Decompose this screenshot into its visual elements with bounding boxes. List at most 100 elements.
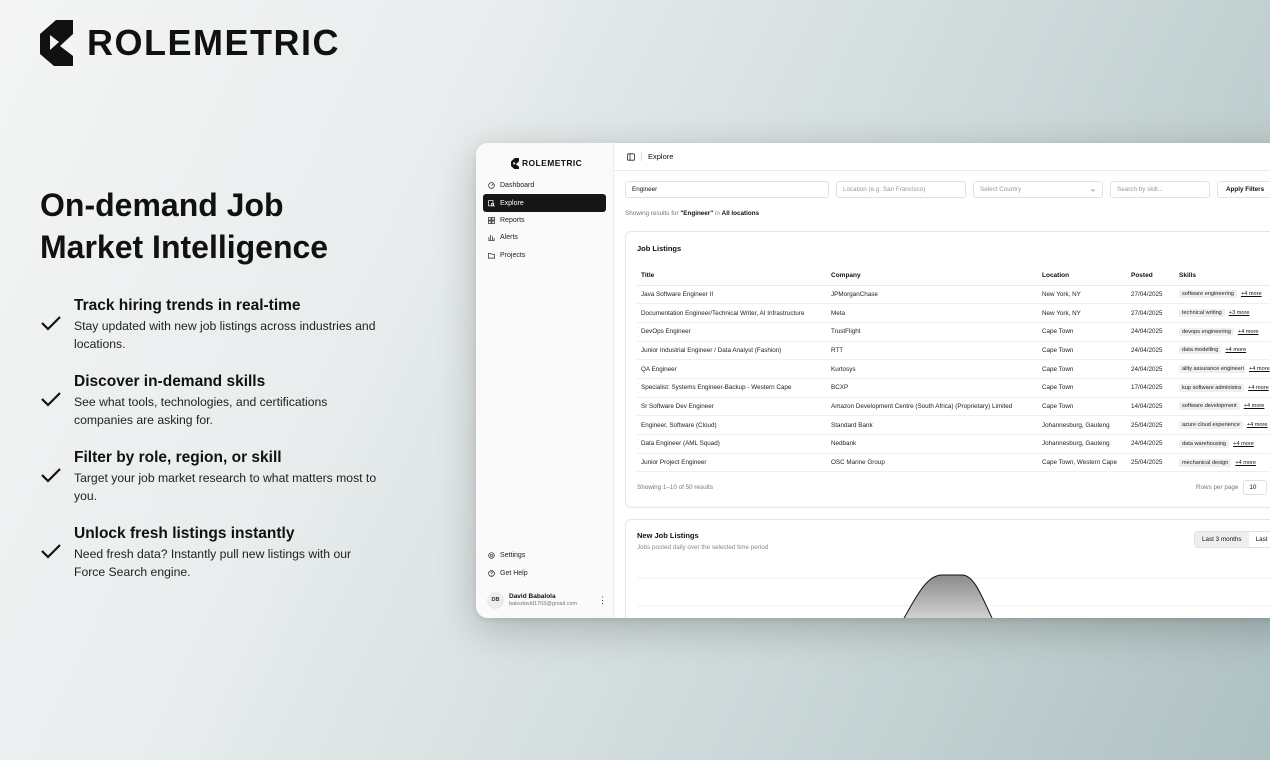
skills-cell: technical writing +3 more (1175, 303, 1270, 323)
table-row[interactable]: DevOps Engineer TrustFlight Cape Town 24/04… (637, 322, 1270, 342)
table-row[interactable]: Documentation Engineer/Technical Writer,… (637, 303, 1270, 323)
divider (641, 152, 642, 161)
sidebar-item-settings[interactable]: Settings (483, 547, 606, 564)
skill-badge: mechanical design (1179, 458, 1232, 467)
company-cell: RTT (827, 341, 1038, 361)
job-title-cell: Java Software Engineer II (637, 285, 827, 305)
feature-desc: Stay updated with new job listings acros… (74, 319, 376, 351)
sidebar-item-projects[interactable]: Projects (483, 247, 606, 264)
rolemetric-logo-icon (40, 20, 73, 66)
job-listings-card: Job Listings Title Company Location Post… (625, 231, 1270, 508)
column-header[interactable]: Posted (1127, 267, 1175, 286)
column-header[interactable]: Location (1038, 267, 1127, 286)
feature-item: Filter by role, region, or skill Target … (40, 448, 385, 524)
table-row[interactable]: Junior Project Engineer OSC Marine Group C… (637, 453, 1270, 473)
range-last-3-months[interactable]: Last 3 months (1195, 532, 1249, 547)
column-header[interactable]: Title (637, 267, 827, 286)
location-cell: Johannesburg, Gauteng (1038, 415, 1127, 435)
skill-search-input[interactable]: Search by skill... (1110, 181, 1210, 198)
topbar: Explore (614, 143, 1270, 171)
range-option[interactable]: Last (1249, 532, 1270, 547)
more-skills-link[interactable]: +4 more (1249, 366, 1270, 372)
more-options-icon[interactable]: ⋮ (598, 595, 607, 606)
results-in: in (714, 210, 720, 217)
sidebar-item-dashboard[interactable]: Dashboard (483, 177, 606, 194)
skills-cell: kup software administra +4 more (1175, 378, 1270, 398)
skill-badge: data modelling (1179, 346, 1222, 355)
more-skills-link[interactable]: +4 more (1244, 403, 1265, 409)
company-cell: Meta (827, 303, 1038, 323)
feature-title: Unlock fresh listings instantly (74, 525, 295, 542)
posted-date-cell: 24/04/2025 (1127, 341, 1175, 361)
feature-item: Discover in-demand skills See what tools… (40, 372, 385, 448)
new-job-listings-title: New Job Listings (637, 531, 699, 540)
job-title-cell: DevOps Engineer (637, 322, 827, 342)
chevron-down-icon (1090, 188, 1096, 192)
feature-item: Track hiring trends in real-time Stay up… (40, 296, 385, 372)
folder-icon (488, 252, 495, 259)
posted-date-cell: 25/04/2025 (1127, 415, 1175, 435)
column-header[interactable]: Skills (1175, 267, 1270, 286)
sidebar-item-explore[interactable]: Explore (483, 194, 606, 212)
sidebar-item-label: Dashboard (500, 182, 535, 190)
feature-item: Unlock fresh listings instantly Need fre… (40, 524, 385, 600)
sidebar-item-label: Alerts (500, 234, 518, 242)
sidebar-item-alerts[interactable]: Alerts (483, 229, 606, 246)
company-cell: BCXP (827, 378, 1038, 398)
sidebar-toggle-icon[interactable] (627, 152, 635, 161)
more-skills-link[interactable]: +4 more (1238, 329, 1259, 335)
job-title-cell: Engineer, Software (Cloud) (637, 415, 827, 435)
posted-date-cell: 24/04/2025 (1127, 434, 1175, 454)
gear-icon (488, 552, 495, 559)
posted-date-cell: 24/04/2025 (1127, 359, 1175, 379)
filter-bar: Engineer Location (e.g. San Francisco) S… (625, 181, 1270, 198)
apply-filters-button[interactable]: Apply Filters (1217, 181, 1270, 198)
table-row[interactable]: Junior Industrial Engineer / Data Analys… (637, 341, 1270, 361)
new-job-listings-subtitle: Jobs posted daily over the selected time… (637, 544, 769, 551)
sidebar-item-label: Settings (500, 552, 526, 560)
country-select[interactable]: Select Country (973, 181, 1103, 198)
location-cell: Cape Town (1038, 341, 1127, 361)
results-query: "Engineer" (680, 210, 714, 217)
reports-icon (488, 217, 495, 224)
table-row[interactable]: Sr Software Dev Engineer Amazon Developme… (637, 397, 1270, 417)
rows-per-page-select[interactable]: 10 (1243, 480, 1268, 495)
more-skills-link[interactable]: +4 more (1241, 291, 1262, 297)
table-row[interactable]: Java Software Engineer II JPMorganChase Ne… (637, 285, 1270, 305)
job-title-cell: QA Engineer (637, 359, 827, 379)
hero-title-line2: Market Intelligence (40, 229, 329, 265)
hero-title: On-demand Job Market Intelligence (40, 184, 380, 268)
sidebar-logo[interactable]: ROLEMETRIC (476, 143, 613, 173)
job-listings-title: Job Listings (637, 244, 682, 253)
job-title-input[interactable]: Engineer (625, 181, 829, 198)
results-prefix: Showing results for (625, 210, 679, 217)
table-row[interactable]: Data Engineer (AML Squad) Nedbank Johannes… (637, 434, 1270, 454)
check-icon (41, 392, 61, 407)
user-profile[interactable]: DB David Babalola babsdavid1703@gmail.co… (483, 591, 607, 609)
posted-date-cell: 14/04/2025 (1127, 397, 1175, 417)
table-row[interactable]: QA Engineer Kurtosys Cape Town 24/04/2025 al… (637, 359, 1270, 379)
table-row[interactable]: Specialist: Systems Engineer-Backup - We… (637, 378, 1270, 398)
check-icon (41, 468, 61, 483)
more-skills-link[interactable]: +4 more (1233, 441, 1254, 447)
sidebar-item-reports[interactable]: Reports (483, 212, 606, 229)
user-name: David Babalola (509, 593, 556, 601)
more-skills-link[interactable]: +4 more (1247, 422, 1268, 428)
feature-title: Track hiring trends in real-time (74, 297, 301, 314)
table-header: Title Company Location Posted Skills (637, 267, 1270, 286)
user-info: David Babalola babsdavid1703@gmail.com (509, 593, 593, 607)
company-cell: Nedbank (827, 434, 1038, 454)
skill-badge: azure cloud experience (1179, 421, 1243, 430)
more-skills-link[interactable]: +4 more (1235, 460, 1256, 466)
more-skills-link[interactable]: +4 more (1248, 385, 1269, 391)
avatar: DB (487, 591, 504, 609)
more-skills-link[interactable]: +3 more (1229, 310, 1250, 316)
main-content: Explore Engineer Location (e.g. San Fran… (614, 143, 1270, 618)
table-row[interactable]: Engineer, Software (Cloud) Standard Bank J… (637, 415, 1270, 435)
column-header[interactable]: Company (827, 267, 1038, 286)
feature-desc: Target your job market research to what … (74, 471, 377, 503)
skill-badge: software development (1179, 402, 1240, 411)
sidebar-item-help[interactable]: Get Help (483, 564, 606, 581)
more-skills-link[interactable]: +4 more (1225, 347, 1246, 353)
location-input[interactable]: Location (e.g. San Francisco) (836, 181, 966, 198)
